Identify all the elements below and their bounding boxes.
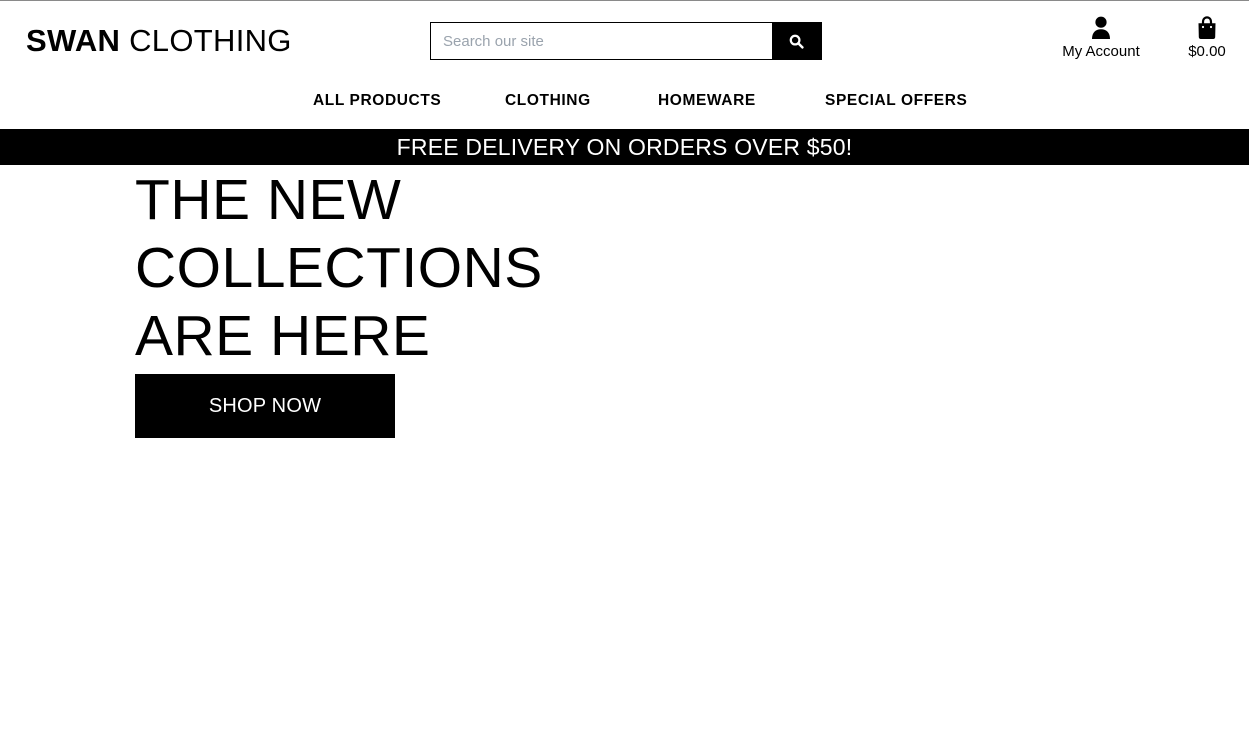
shop-now-button[interactable]: SHOP NOW <box>135 374 395 438</box>
nav-special-offers[interactable]: SPECIAL OFFERS <box>825 92 967 110</box>
nav-clothing[interactable]: CLOTHING <box>505 92 591 110</box>
delivery-banner: FREE DELIVERY ON ORDERS OVER $50! <box>0 129 1249 165</box>
site-header: SWAN CLOTHING My Account $0.00 <box>0 1 1249 81</box>
main-nav: ALL PRODUCTS CLOTHING HOMEWARE SPECIAL O… <box>0 92 1249 112</box>
user-icon <box>1092 16 1110 39</box>
nav-homeware[interactable]: HOMEWARE <box>658 92 756 110</box>
search-input[interactable] <box>431 23 772 59</box>
hero-heading: THE NEW COLLECTIONS ARE HERE <box>135 166 543 370</box>
logo-brand: SWAN <box>26 23 121 58</box>
site-logo[interactable]: SWAN CLOTHING <box>26 23 292 59</box>
search-button[interactable] <box>772 23 821 59</box>
my-account-link[interactable]: My Account <box>1052 16 1150 61</box>
cart-total: $0.00 <box>1188 43 1226 60</box>
search-icon <box>789 34 804 49</box>
logo-sub: CLOTHING <box>129 23 292 58</box>
shopping-bag-icon <box>1198 16 1216 39</box>
hero-heading-line: ARE HERE <box>135 304 431 368</box>
my-account-label: My Account <box>1062 43 1140 60</box>
nav-all-products[interactable]: ALL PRODUCTS <box>313 92 441 110</box>
delivery-banner-text: FREE DELIVERY ON ORDERS OVER $50! <box>396 134 853 160</box>
hero-heading-line: COLLECTIONS <box>135 236 543 300</box>
shopping-cart-link[interactable]: $0.00 <box>1178 16 1236 61</box>
hero-section: THE NEW COLLECTIONS ARE HERE <box>135 166 543 370</box>
hero-heading-line: THE NEW <box>135 168 402 232</box>
search-form <box>430 22 822 60</box>
